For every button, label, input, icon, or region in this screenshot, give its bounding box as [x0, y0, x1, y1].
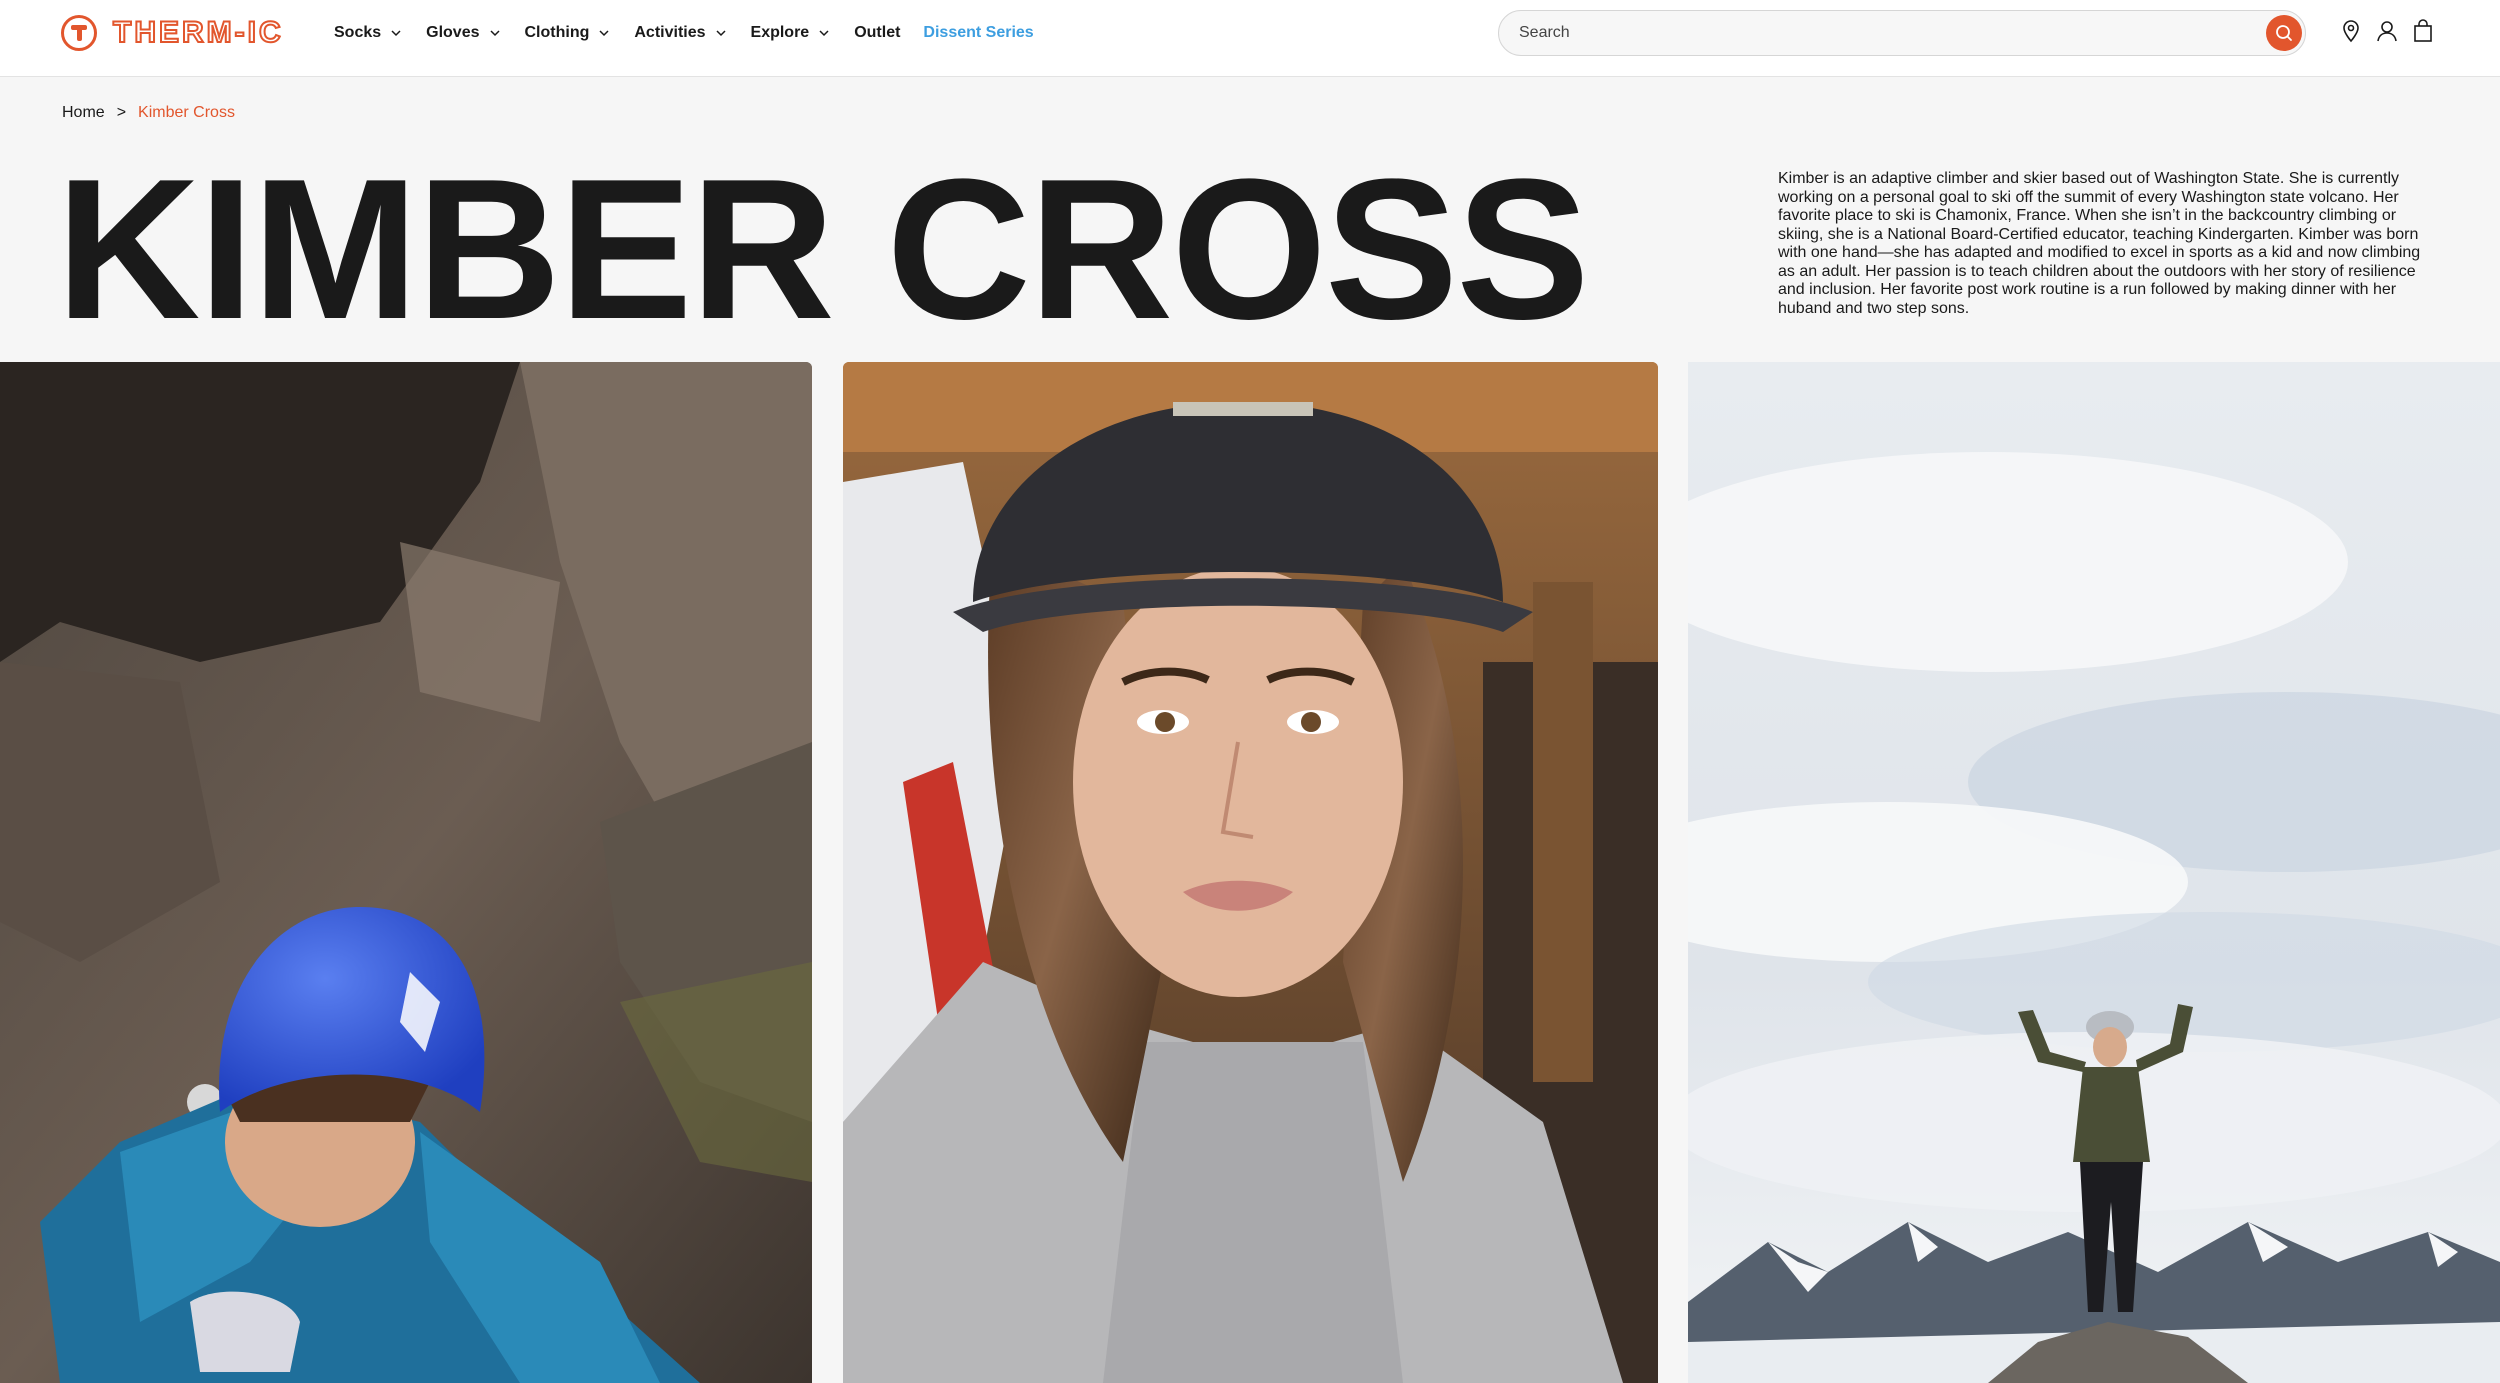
photo-portrait: [843, 362, 1658, 1383]
nav-item-dissent-series[interactable]: Dissent Series: [923, 24, 1033, 42]
portrait-photo-image: [843, 362, 1658, 1383]
breadcrumb-home-link[interactable]: Home: [62, 104, 105, 122]
location-pin-icon: [2343, 20, 2359, 43]
account-button[interactable]: [2376, 18, 2398, 44]
chevron-down-icon: [819, 30, 829, 37]
nav-item-label: Outlet: [854, 24, 901, 41]
cart-bag-icon: [2414, 19, 2432, 42]
nav-item-activities[interactable]: Activities: [634, 24, 727, 42]
nav-item-gloves[interactable]: Gloves: [426, 24, 501, 42]
nav-item-label: Gloves: [426, 24, 480, 41]
nav-item-label: Socks: [334, 24, 382, 41]
search-button[interactable]: [2266, 15, 2302, 51]
chevron-down-icon: [489, 30, 500, 37]
cart-button[interactable]: [2412, 18, 2434, 44]
athlete-bio: Kimber is an adaptive climber and skier …: [1778, 170, 2421, 317]
account-icon: [2377, 21, 2397, 42]
store-locator-button[interactable]: [2340, 18, 2362, 44]
nav-item-label: Clothing: [524, 24, 590, 41]
photo-summit: [1688, 362, 2500, 1383]
nav-item-outlet[interactable]: Outlet: [854, 24, 900, 42]
breadcrumb-current: Kimber Cross: [138, 104, 235, 121]
therm-ic-logo[interactable]: THERM-IC: [61, 14, 284, 52]
search-icon: [2276, 25, 2292, 41]
chevron-down-icon: [599, 30, 609, 37]
nav-item-explore[interactable]: Explore: [751, 24, 832, 42]
nav-item-label: Activities: [634, 24, 706, 41]
logo-text: THERM-IC: [112, 15, 284, 50]
main-nav: Socks Gloves Clothing Activities Explore…: [334, 0, 1057, 66]
search-bar: [1498, 10, 2306, 56]
summit-photo-image: [1688, 362, 2500, 1383]
page-title: KIMBER CROSS: [56, 138, 1590, 361]
logo-mark-icon: [61, 15, 97, 51]
site-header: THERM-IC Socks Gloves Clothing Activitie…: [0, 0, 2500, 77]
climber-photo-image: [0, 362, 812, 1383]
search-input[interactable]: [1519, 11, 2219, 55]
chevron-down-icon: [391, 30, 401, 37]
nav-item-socks[interactable]: Socks: [334, 24, 403, 42]
nav-item-label: Dissent Series: [923, 24, 1034, 41]
breadcrumb: Home > Kimber Cross: [62, 104, 235, 122]
chevron-down-icon: [715, 30, 726, 37]
photo-climber: [0, 362, 812, 1383]
breadcrumb-separator: >: [116, 104, 127, 121]
header-icons: [2340, 18, 2434, 44]
nav-item-clothing[interactable]: Clothing: [525, 24, 612, 42]
nav-item-label: Explore: [750, 24, 810, 41]
